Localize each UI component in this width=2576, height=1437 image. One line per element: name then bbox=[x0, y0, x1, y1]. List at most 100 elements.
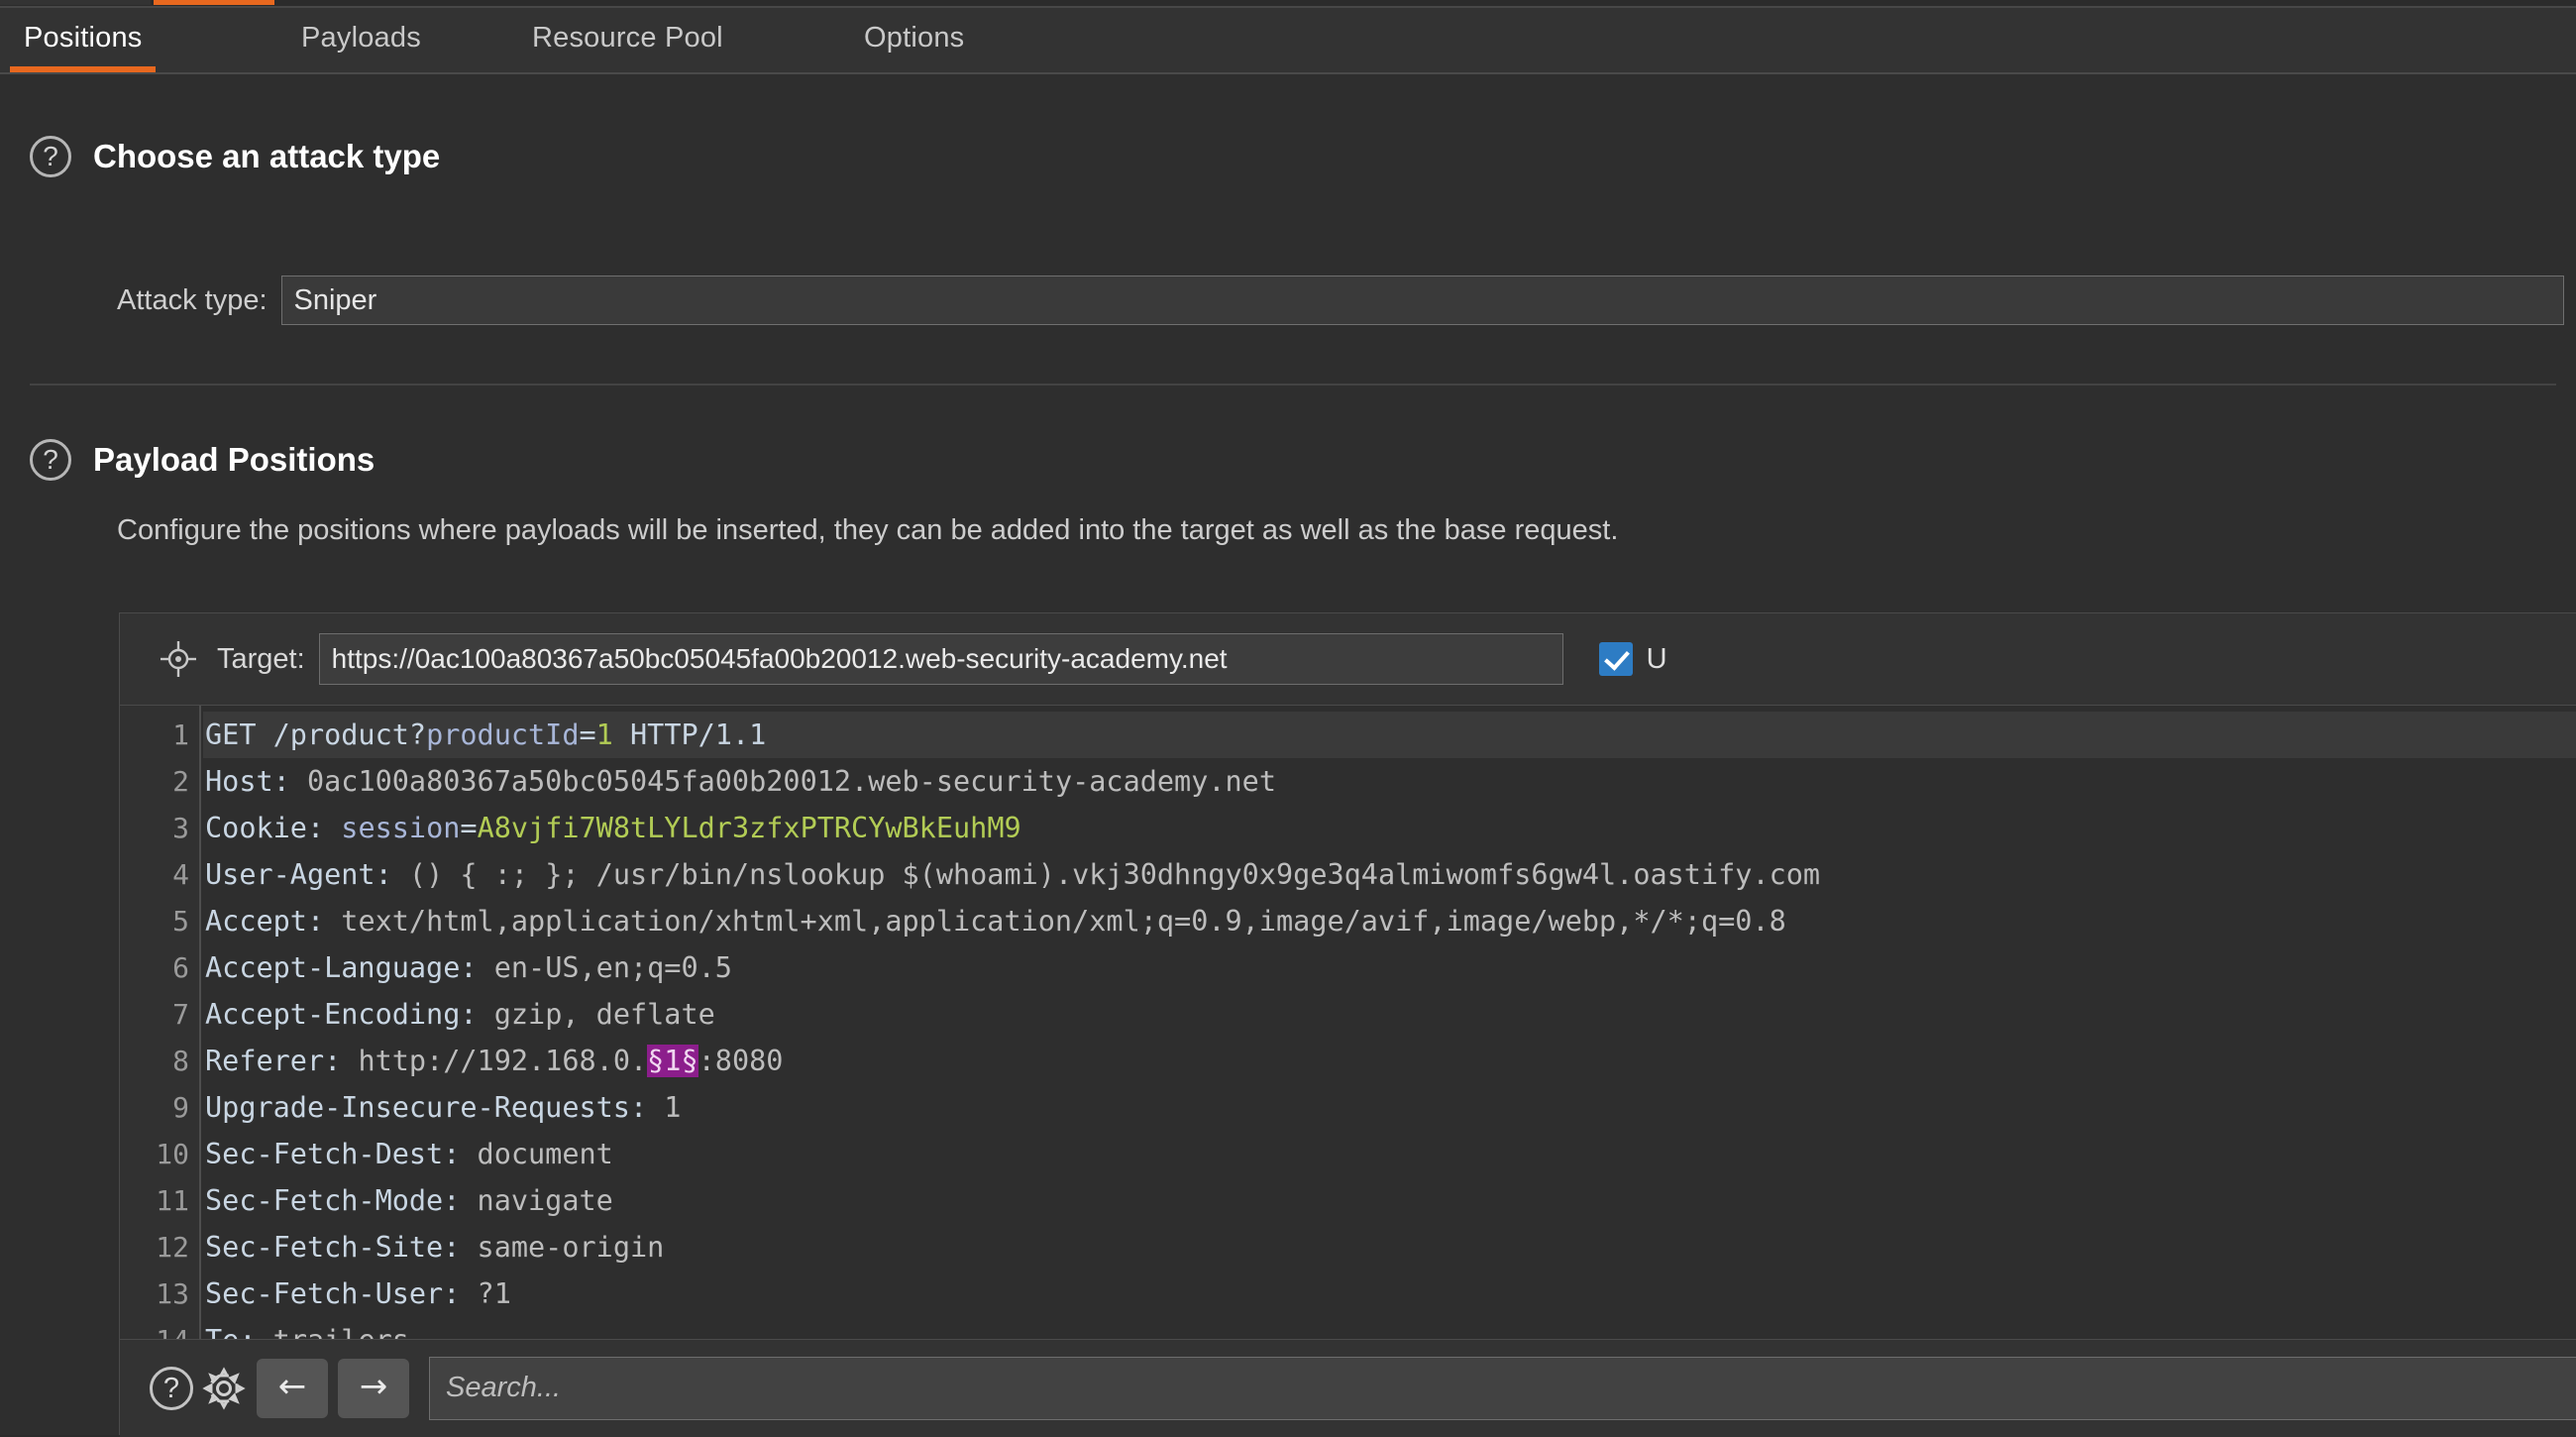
http-request-editor[interactable]: 1234567891011121314 GET /product?product… bbox=[120, 705, 2576, 1340]
request-token: : bbox=[272, 765, 307, 798]
request-token: : bbox=[460, 998, 494, 1031]
request-token: 1 bbox=[595, 718, 613, 751]
request-token: Referer bbox=[205, 1045, 325, 1077]
request-token: : bbox=[324, 1045, 359, 1077]
line-number: 3 bbox=[172, 812, 189, 844]
request-line[interactable]: Te: trailers bbox=[203, 1317, 409, 1340]
request-token: Sec-Fetch-User bbox=[205, 1277, 444, 1310]
payload-position-marker: §1§ bbox=[647, 1045, 698, 1077]
arrow-left-icon[interactable]: ← bbox=[257, 1359, 328, 1418]
request-token: http://192.168.0. bbox=[358, 1045, 648, 1077]
request-token: Accept bbox=[205, 905, 307, 938]
request-token: same-origin bbox=[477, 1231, 665, 1264]
request-token: 0ac100a80367a50bc05045fa00b20012.web-sec… bbox=[306, 765, 1277, 798]
request-token: navigate bbox=[477, 1184, 613, 1217]
tab-payloads-label: Payloads bbox=[301, 22, 421, 54]
request-token: : bbox=[239, 1324, 272, 1340]
request-line[interactable]: Sec-Fetch-Dest: document bbox=[203, 1131, 613, 1177]
attack-type-row: Attack type: Sniper bbox=[117, 276, 2564, 325]
request-token: User-Agent bbox=[205, 858, 376, 891]
attack-type-select[interactable]: Sniper bbox=[280, 276, 2564, 325]
request-token: : bbox=[443, 1138, 478, 1170]
line-number-gutter: 1234567891011121314 bbox=[120, 706, 201, 1340]
request-line[interactable]: Cookie: session=A8vjfi7W8tLYLdr3zfxPTRCY… bbox=[203, 805, 1021, 851]
search-input[interactable]: Search... bbox=[429, 1357, 2576, 1420]
payload-positions-title: Payload Positions bbox=[93, 441, 376, 478]
update-host-label: U bbox=[1646, 642, 1667, 675]
request-token: Cookie bbox=[205, 812, 307, 844]
line-number: 10 bbox=[156, 1138, 189, 1170]
target-label: Target: bbox=[217, 642, 305, 675]
request-token: Sec-Fetch-Dest bbox=[205, 1138, 444, 1170]
request-line[interactable]: Host: 0ac100a80367a50bc05045fa00b20012.w… bbox=[203, 758, 1276, 805]
request-token: gzip, deflate bbox=[493, 998, 715, 1031]
update-host-option[interactable]: U bbox=[1598, 642, 1667, 676]
tab-resource-pool-label: Resource Pool bbox=[532, 22, 723, 54]
positions-panel: ? Choose an attack type Attack type: Sni… bbox=[0, 74, 2576, 1437]
request-token: text/html,application/xhtml+xml,applicat… bbox=[341, 905, 1786, 938]
target-input[interactable]: https://0ac100a80367a50bc05045fa00b20012… bbox=[318, 633, 1563, 685]
request-line[interactable]: User-Agent: () { :; }; /usr/bin/nslookup… bbox=[203, 851, 1820, 898]
line-number: 7 bbox=[172, 998, 189, 1031]
update-host-checkbox[interactable] bbox=[1598, 642, 1633, 676]
request-token: : bbox=[629, 1091, 665, 1124]
tab-resource-pool[interactable]: Resource Pool bbox=[518, 8, 737, 72]
line-number: 8 bbox=[172, 1045, 189, 1077]
request-token: = bbox=[579, 718, 596, 751]
request-line[interactable]: Referer: http://192.168.0.§1§:8080 bbox=[203, 1038, 783, 1084]
request-line[interactable]: Sec-Fetch-Mode: navigate bbox=[203, 1177, 613, 1224]
attack-type-title: Choose an attack type bbox=[93, 138, 441, 174]
request-line[interactable]: GET /product?productId=1 HTTP/1.1 bbox=[203, 712, 2576, 758]
gear-icon[interactable] bbox=[201, 1366, 247, 1411]
request-line[interactable]: Sec-Fetch-Site: same-origin bbox=[203, 1224, 664, 1271]
help-circle-icon[interactable]: ? bbox=[150, 1367, 193, 1410]
request-token: Sec-Fetch-Mode bbox=[205, 1184, 444, 1217]
line-number: 6 bbox=[172, 951, 189, 984]
request-line[interactable]: Upgrade-Insecure-Requests: 1 bbox=[203, 1084, 681, 1131]
request-token: : bbox=[443, 1231, 478, 1264]
request-token: document bbox=[477, 1138, 613, 1170]
request-token: en-US,en;q=0.5 bbox=[493, 951, 732, 984]
request-token: HTTP/1.1 bbox=[612, 718, 767, 751]
line-number: 1 bbox=[172, 718, 189, 751]
request-code[interactable]: GET /product?productId=1 HTTP/1.1 Host: 0… bbox=[203, 706, 2576, 1340]
attack-type-label: Attack type: bbox=[117, 283, 268, 316]
request-token: A8vjfi7W8tLYLdr3zfxPTRCYwBkEuhM9 bbox=[477, 812, 1021, 844]
request-line[interactable]: Accept-Encoding: gzip, deflate bbox=[203, 991, 715, 1038]
request-token: Host bbox=[205, 765, 273, 798]
request-token: session bbox=[341, 812, 461, 844]
tab-options[interactable]: Options bbox=[850, 8, 978, 72]
request-token: Accept-Encoding bbox=[205, 998, 461, 1031]
help-circle-icon[interactable]: ? bbox=[30, 136, 71, 177]
parent-tab-active-underline[interactable] bbox=[154, 0, 274, 5]
request-token: Accept-Language bbox=[205, 951, 461, 984]
request-token: Sec-Fetch-Site bbox=[205, 1231, 444, 1264]
parent-tab-inactive-sliver[interactable] bbox=[0, 0, 151, 5]
request-token: : bbox=[375, 858, 409, 891]
tab-positions-label: Positions bbox=[24, 22, 143, 54]
tab-positions[interactable]: Positions bbox=[10, 8, 157, 72]
intruder-tabbar: Positions Payloads Resource Pool Options bbox=[0, 8, 2576, 74]
line-number: 12 bbox=[156, 1231, 189, 1264]
tab-options-label: Options bbox=[864, 22, 965, 54]
line-number: 9 bbox=[172, 1091, 189, 1124]
section-divider bbox=[30, 384, 2556, 386]
request-token: Upgrade-Insecure-Requests bbox=[205, 1091, 630, 1124]
request-line[interactable]: Accept: text/html,application/xhtml+xml,… bbox=[203, 898, 1786, 944]
line-number: 5 bbox=[172, 905, 189, 938]
request-token: ?1 bbox=[477, 1277, 511, 1310]
request-line[interactable]: Accept-Language: en-US,en;q=0.5 bbox=[203, 944, 732, 991]
attack-type-heading: ? Choose an attack type bbox=[30, 136, 440, 177]
request-token: GET /product? bbox=[205, 718, 427, 751]
tab-payloads[interactable]: Payloads bbox=[287, 8, 435, 72]
request-token: trailers bbox=[273, 1324, 409, 1340]
arrow-right-icon[interactable]: → bbox=[338, 1359, 409, 1418]
request-token: productId bbox=[426, 718, 580, 751]
parent-tabstrip-sliver bbox=[0, 0, 2576, 8]
help-circle-icon[interactable]: ? bbox=[30, 439, 71, 481]
line-number: 2 bbox=[172, 765, 189, 798]
request-line[interactable]: Sec-Fetch-User: ?1 bbox=[203, 1271, 511, 1317]
request-token: : bbox=[443, 1184, 478, 1217]
payload-positions-heading: ? Payload Positions bbox=[30, 439, 375, 481]
request-token: : bbox=[460, 951, 494, 984]
